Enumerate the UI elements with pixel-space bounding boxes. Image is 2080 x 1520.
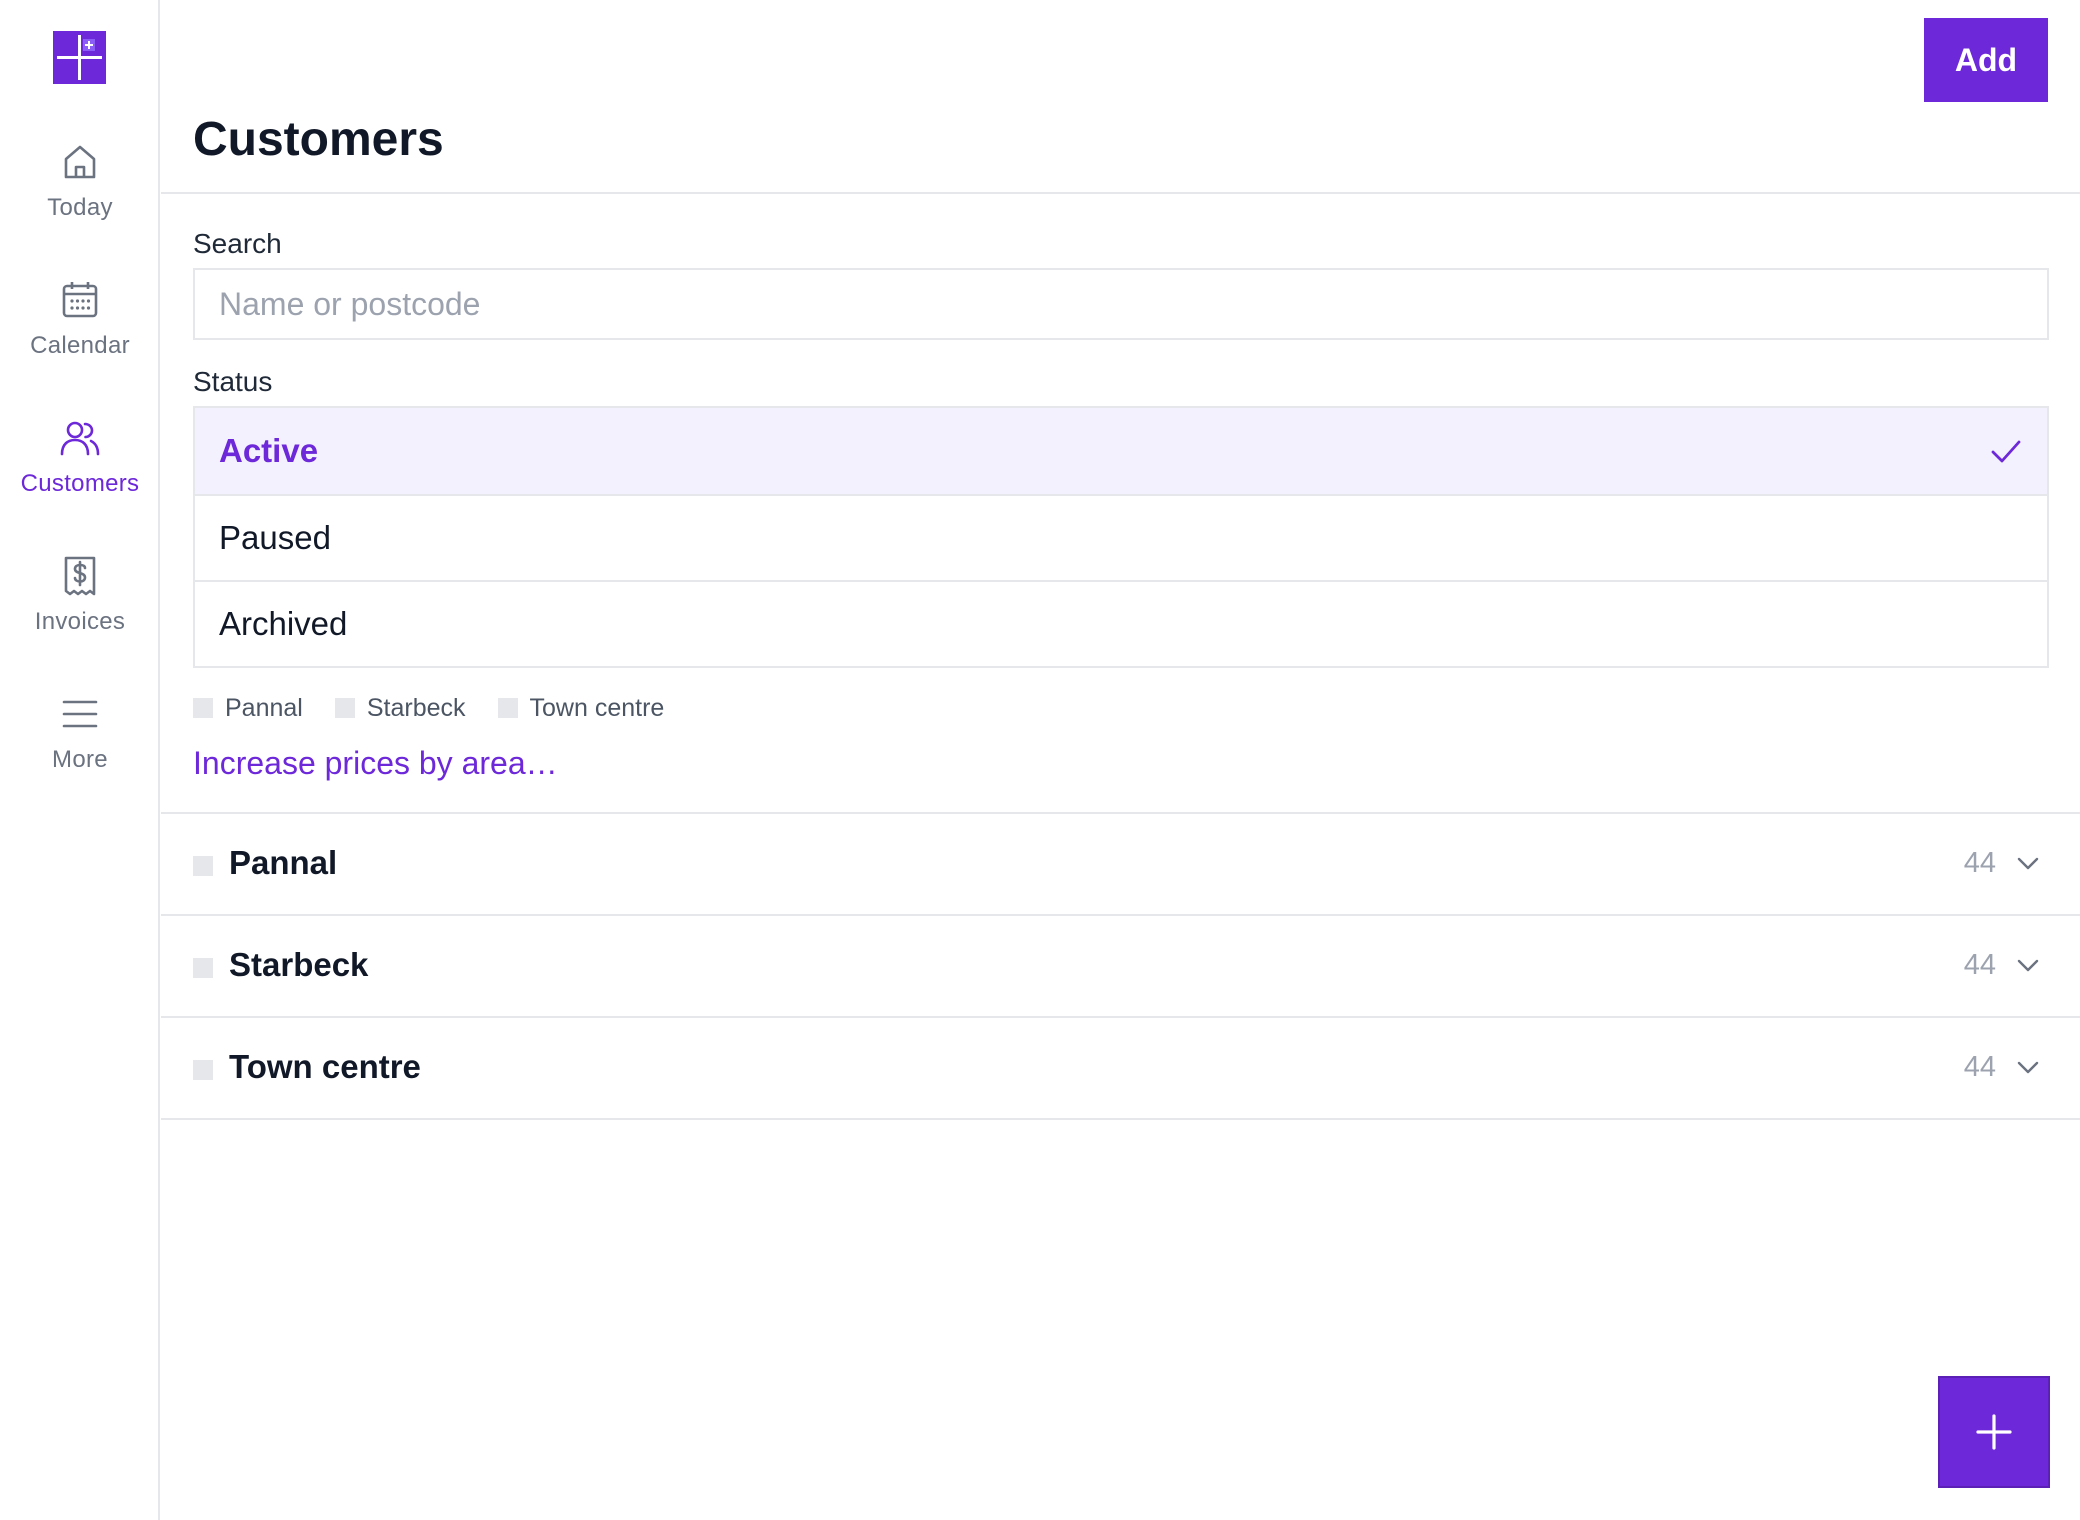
area-color-swatch [193, 958, 213, 978]
area-group-count: 44 [1963, 949, 1996, 981]
area-color-swatch [193, 1060, 213, 1080]
sidebar-item-label: Invoices [34, 608, 126, 635]
status-option-list: Active Paused Archived [193, 406, 2049, 668]
sidebar-item-invoices[interactable]: Invoices [0, 554, 160, 674]
area-group-name: Pannal [229, 844, 338, 881]
home-icon [64, 145, 96, 179]
increase-prices-link[interactable]: Increase prices by area… [193, 745, 558, 782]
receipt-dollar-icon [64, 556, 96, 596]
sidebar-item-more[interactable]: More [0, 692, 160, 812]
status-option-archived[interactable]: Archived [195, 580, 2047, 666]
sidebar: Today Calendar Customers Invoices More [0, 0, 160, 1520]
area-color-swatch [193, 856, 213, 876]
area-group-count: 44 [1963, 847, 1996, 879]
area-group-row[interactable]: Town centre 44 [161, 1018, 2080, 1120]
main-content: Add Customers Search Status Active Pause… [161, 0, 2080, 1520]
area-filter-label: Town centre [529, 693, 665, 722]
chevron-down-icon [2017, 857, 2039, 870]
calendar-icon [62, 282, 98, 318]
area-filter-list: Pannal Starbeck Town centre [193, 690, 696, 726]
status-option-active[interactable]: Active [195, 408, 2047, 494]
sidebar-item-calendar[interactable]: Calendar [0, 278, 160, 398]
app-logo-icon [57, 35, 102, 80]
status-option-label: Paused [219, 519, 331, 556]
area-filter-label: Starbeck [366, 693, 466, 722]
check-icon [1991, 440, 2021, 463]
area-group-count: 44 [1963, 1051, 1996, 1083]
sidebar-item-label: Customers [20, 470, 140, 497]
area-group-name: Starbeck [229, 946, 369, 983]
area-filter-label: Pannal [225, 693, 303, 722]
sidebar-item-today[interactable]: Today [0, 140, 160, 260]
sidebar-item-customers[interactable]: Customers [0, 416, 160, 536]
status-option-paused[interactable]: Paused [195, 494, 2047, 580]
search-label: Search [193, 228, 282, 259]
area-filter-pannal[interactable]: Pannal [193, 694, 303, 723]
area-filter-starbeck[interactable]: Starbeck [334, 693, 466, 723]
page-title: Customers [193, 113, 444, 166]
area-filter-town-centre[interactable]: Town centre [497, 693, 665, 723]
menu-icon [62, 700, 98, 728]
area-color-swatch [334, 698, 355, 718]
header-divider [161, 192, 2080, 194]
search-input[interactable] [193, 268, 2049, 340]
plus-icon [1976, 1414, 2012, 1450]
area-group-list: Pannal 44 Starbeck 44 Town centre 44 [161, 812, 2080, 1120]
area-color-swatch [497, 698, 518, 718]
sidebar-item-label: Calendar [30, 332, 130, 359]
area-group-row[interactable]: Starbeck 44 [161, 916, 2080, 1018]
add-button[interactable]: Add [1924, 18, 2048, 102]
floating-add-button[interactable] [1938, 1376, 2050, 1488]
chevron-down-icon [2017, 959, 2039, 972]
app-logo[interactable] [53, 31, 106, 84]
users-icon [60, 421, 100, 456]
area-group-row[interactable]: Pannal 44 [161, 814, 2080, 916]
status-label: Status [193, 366, 273, 397]
area-group-name: Town centre [229, 1048, 421, 1085]
status-option-label: Active [219, 432, 319, 469]
status-option-label: Archived [219, 605, 348, 642]
chevron-down-icon [2017, 1061, 2039, 1074]
sidebar-item-label: More [52, 746, 108, 773]
sidebar-item-label: Today [47, 194, 113, 221]
area-color-swatch [193, 698, 213, 718]
